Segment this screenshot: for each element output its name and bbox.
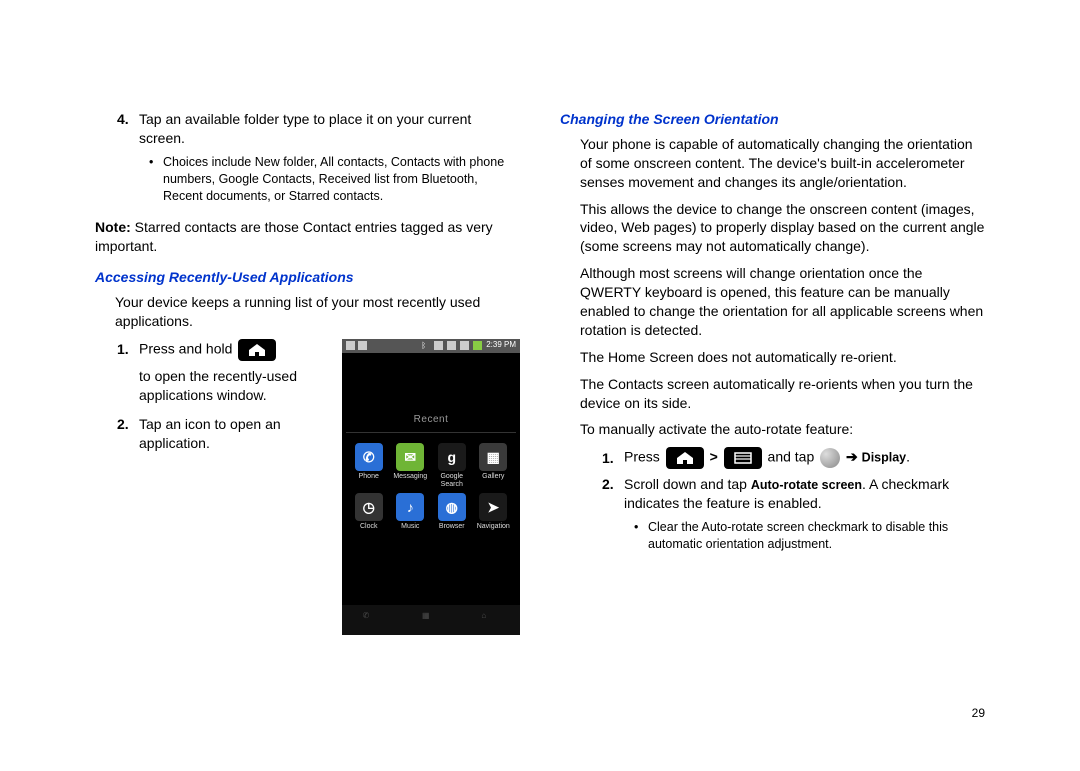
recent-divider bbox=[346, 432, 516, 433]
orientation-p6: To manually activate the auto-rotate fea… bbox=[580, 420, 985, 439]
nav-home-icon: ⌂ bbox=[481, 611, 499, 629]
app-icon: g bbox=[438, 443, 466, 471]
right-step1-content: Press > and tap ➔ Display. bbox=[624, 447, 910, 469]
recent-label: Recent bbox=[342, 413, 520, 427]
phone-nav-bar: ✆ ▦ ⌂ bbox=[342, 605, 520, 635]
nav-phone-icon: ✆ bbox=[363, 611, 381, 629]
step1-text-a: Press and hold bbox=[139, 341, 232, 357]
app-label: Music bbox=[401, 523, 419, 537]
intro-recent-apps: Your device keeps a running list of your… bbox=[115, 293, 520, 331]
note-block: Note: Starred contacts are those Contact… bbox=[95, 218, 520, 256]
r1-press: Press bbox=[624, 449, 660, 465]
orientation-p3: Although most screens will change orient… bbox=[580, 264, 985, 340]
r2-a: Scroll down and tap bbox=[624, 476, 751, 492]
display-label: Display bbox=[862, 451, 906, 465]
settings-gear-icon bbox=[820, 448, 840, 468]
signal-bars-icon bbox=[460, 341, 469, 350]
app-icon: ➤ bbox=[479, 493, 507, 521]
step-number: 2. bbox=[117, 415, 139, 453]
recent-app-grid: ✆ Phone ✉ Messaging g Google Search ▦ Gallery ◷ C… bbox=[342, 443, 520, 537]
period: . bbox=[906, 449, 910, 465]
orientation-p4: The Home Screen does not automatically r… bbox=[580, 348, 985, 367]
arrow-icon: ➔ bbox=[846, 449, 858, 465]
note-label: Note: bbox=[95, 219, 131, 235]
app-label: Clock bbox=[360, 523, 378, 537]
left-column: 4. Tap an available folder type to place… bbox=[95, 110, 520, 635]
right-column: Changing the Screen Orientation Your pho… bbox=[560, 110, 985, 635]
step1-line1: Press and hold bbox=[139, 339, 278, 361]
step-number: 2. bbox=[602, 475, 624, 513]
home-key-icon bbox=[666, 447, 704, 469]
app-icon: ◷ bbox=[355, 493, 383, 521]
step-number: 1. bbox=[602, 449, 624, 468]
app-icon: ▦ bbox=[479, 443, 507, 471]
recent-app-item: ✉ Messaging bbox=[390, 443, 432, 487]
app-icon: ◍ bbox=[438, 493, 466, 521]
bullet-text: Choices include New folder, All contacts… bbox=[163, 154, 520, 205]
app-icon: ✆ bbox=[355, 443, 383, 471]
subheading-orientation: Changing the Screen Orientation bbox=[560, 110, 985, 129]
wifi-icon bbox=[447, 341, 456, 350]
phone-status-bar: ᛒ 2:39 PM bbox=[342, 339, 520, 353]
status-time: 2:39 PM bbox=[486, 340, 516, 351]
subheading-recent-apps: Accessing Recently-Used Applications bbox=[95, 268, 520, 287]
app-label: Google Search bbox=[431, 473, 473, 487]
auto-rotate-label: Auto-rotate screen bbox=[751, 478, 862, 492]
app-icon: ✉ bbox=[396, 443, 424, 471]
orientation-p5: The Contacts screen automatically re-ori… bbox=[580, 375, 985, 413]
app-icon: ♪ bbox=[396, 493, 424, 521]
nav-apps-icon: ▦ bbox=[422, 611, 440, 629]
step-4-bullet: • Choices include New folder, All contac… bbox=[149, 154, 520, 205]
status-indicator-icon bbox=[358, 341, 367, 350]
recent-app-item: g Google Search bbox=[431, 443, 473, 487]
bullet-mark: • bbox=[149, 154, 163, 205]
step-number: 4. bbox=[117, 110, 139, 148]
right-step2-content: Scroll down and tap Auto-rotate screen. … bbox=[624, 475, 985, 513]
phone-screenshot: ᛒ 2:39 PM Recent ✆ Phone ✉ Messaging g Google… bbox=[342, 339, 520, 635]
menu-key-icon bbox=[724, 447, 762, 469]
note-text: Starred contacts are those Contact entri… bbox=[95, 219, 493, 254]
app-label: Gallery bbox=[482, 473, 504, 487]
step-4: 4. Tap an available folder type to place… bbox=[117, 110, 520, 204]
signal-icon bbox=[434, 341, 443, 350]
right-bullet-text: Clear the Auto-rotate screen checkmark t… bbox=[648, 519, 985, 553]
bluetooth-icon: ᛒ bbox=[421, 341, 430, 350]
app-label: Navigation bbox=[477, 523, 510, 537]
bullet-mark: • bbox=[634, 519, 648, 553]
home-key-icon bbox=[238, 339, 276, 361]
app-label: Browser bbox=[439, 523, 465, 537]
battery-icon bbox=[473, 341, 482, 350]
recent-app-item: ▦ Gallery bbox=[473, 443, 515, 487]
orientation-p2: This allows the device to change the ons… bbox=[580, 200, 985, 257]
page-number: 29 bbox=[972, 705, 985, 721]
recent-app-item: ◷ Clock bbox=[348, 493, 390, 537]
app-label: Messaging bbox=[393, 473, 427, 487]
orientation-p1: Your phone is capable of automatically c… bbox=[580, 135, 985, 192]
app-label: Phone bbox=[359, 473, 379, 487]
recent-app-item: ➤ Navigation bbox=[473, 493, 515, 537]
step-number: 1. bbox=[117, 340, 139, 359]
recent-app-item: ♪ Music bbox=[390, 493, 432, 537]
r1-andtap: and tap bbox=[768, 449, 815, 465]
recent-app-item: ◍ Browser bbox=[431, 493, 473, 537]
step-text: Tap an available folder type to place it… bbox=[139, 110, 520, 148]
recent-app-item: ✆ Phone bbox=[348, 443, 390, 487]
right-bullet: • Clear the Auto-rotate screen checkmark… bbox=[634, 519, 985, 553]
step2-text: Tap an icon to open an application. bbox=[139, 415, 332, 453]
two-column-layout: 4. Tap an available folder type to place… bbox=[95, 110, 985, 635]
gt-symbol: > bbox=[710, 449, 718, 465]
manual-page: 4. Tap an available folder type to place… bbox=[0, 0, 1080, 771]
status-indicator-icon bbox=[346, 341, 355, 350]
right-steps: 1. Press > and tap ➔ Display. bbox=[602, 447, 985, 553]
